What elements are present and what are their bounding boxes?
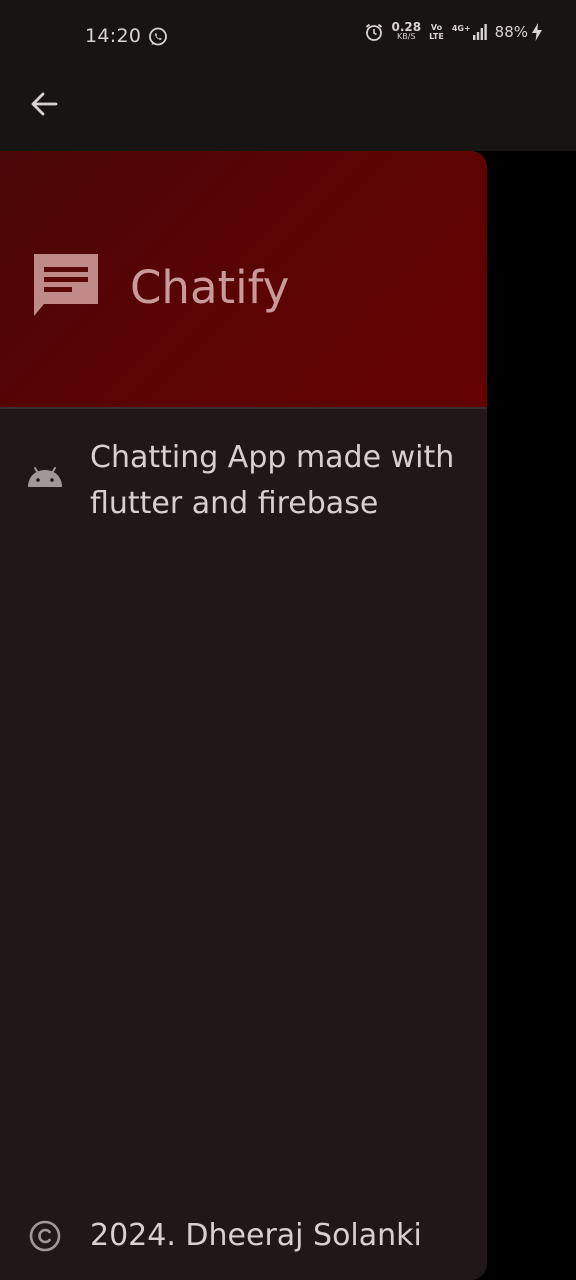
status-icons: 0.28 KB/S Vo LTE 4G+ 88%	[364, 20, 542, 42]
net-speed-unit: KB/S	[397, 32, 416, 41]
copyright-icon	[28, 1219, 62, 1253]
footer-text: 2024. Dheeraj Solanki	[90, 1218, 422, 1253]
chat-bubble-icon	[30, 250, 102, 322]
alarm-icon	[364, 22, 384, 42]
android-icon	[26, 465, 64, 491]
volte-indicator: Vo LTE	[429, 23, 444, 41]
net-speed-value: 0.28	[391, 20, 422, 34]
arrow-back-icon	[29, 89, 59, 123]
navigation-drawer: Chatify Chatting App made with flutter a…	[0, 151, 487, 1280]
whatsapp-icon	[147, 26, 169, 48]
net-speed: 0.28 KB/S	[391, 20, 422, 42]
volte-top: Vo	[430, 23, 443, 32]
volte-bottom: LTE	[429, 32, 444, 41]
top-bar: 14:20 0.28 KB/S Vo LTE 4G+ 88%	[0, 0, 576, 151]
back-button[interactable]	[26, 88, 62, 124]
signal-icon	[472, 24, 487, 40]
charging-bolt-icon	[532, 23, 542, 41]
battery-percent: 88%	[494, 23, 528, 41]
footer-row: 2024. Dheeraj Solanki	[0, 1213, 487, 1259]
app-title: Chatify	[130, 261, 290, 314]
about-text: Chatting App made with flutter and fireb…	[90, 440, 455, 521]
screen: 14:20 0.28 KB/S Vo LTE 4G+ 88% Chatify C…	[0, 0, 576, 1280]
header-divider	[0, 407, 487, 409]
network-type: 4G+	[451, 24, 471, 33]
drawer-header: Chatify	[0, 151, 487, 407]
network-indicator: 4G+	[452, 24, 487, 40]
status-time: 14:20	[85, 25, 142, 47]
